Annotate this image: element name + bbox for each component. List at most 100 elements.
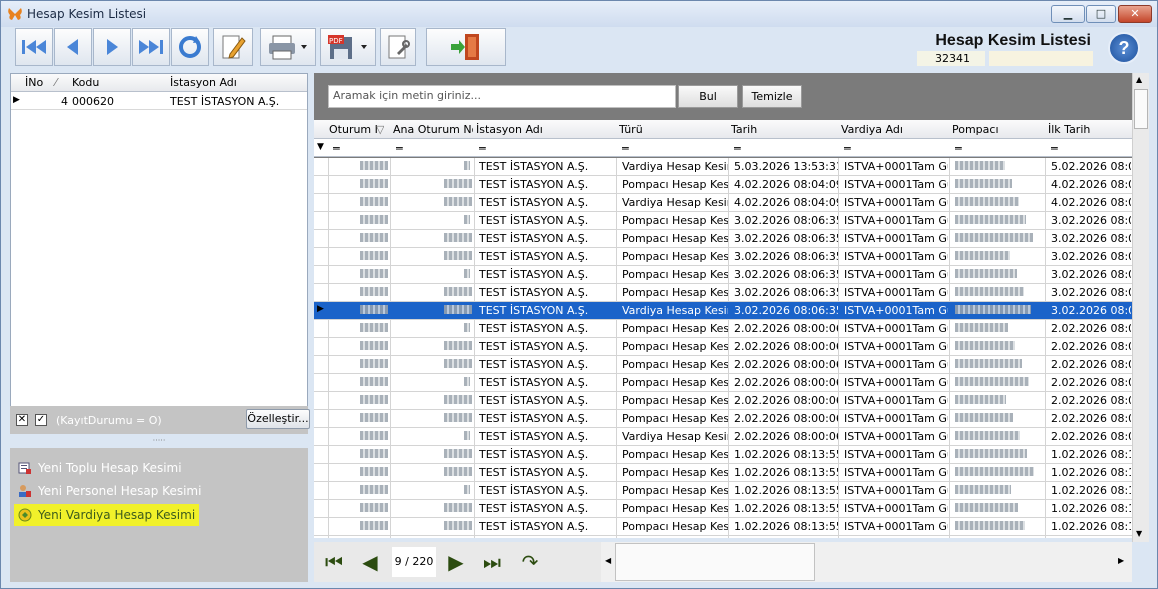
print-button[interactable] xyxy=(260,28,316,66)
customize-button[interactable]: Özelleştir... xyxy=(246,409,310,429)
cell-session xyxy=(332,304,389,317)
table-row[interactable]: TEST İSTASYON A.Ş. Pompacı Hesap Kesimi 1.… xyxy=(314,464,1132,482)
search-input[interactable]: Aramak için metin giriniz... xyxy=(328,85,676,108)
filter-shift[interactable]: ═ xyxy=(844,142,851,155)
window-title: Hesap Kesim Listesi xyxy=(27,7,147,21)
filter-station[interactable]: ═ xyxy=(479,142,486,155)
table-row[interactable]: TEST İSTASYON A.Ş. Pompacı Hesap Kesimi 2.… xyxy=(314,374,1132,392)
maximize-button[interactable]: □ xyxy=(1086,5,1116,23)
next-record-button[interactable] xyxy=(93,28,131,66)
cell-session xyxy=(332,196,389,209)
exit-button[interactable] xyxy=(426,28,506,66)
table-row[interactable]: TEST İSTASYON A.Ş. Pompacı Hesap Kesimi 1.… xyxy=(314,518,1132,536)
pager-last-icon[interactable]: ⏭ xyxy=(476,547,508,577)
filter-text: (KayıtDurumu = O) xyxy=(56,414,162,427)
table-row[interactable]: TEST İSTASYON A.Ş. Pompacı Hesap Kesimi 1.… xyxy=(314,482,1132,500)
edit-button[interactable] xyxy=(213,28,253,66)
pager-next-icon[interactable]: ▶ xyxy=(440,547,472,577)
cell-shift: ISTVA+0001Tam Gün xyxy=(844,214,948,227)
cell-date: 3.02.2026 08:06:35 xyxy=(734,304,838,317)
table-row[interactable]: TEST İSTASYON A.Ş. Pompacı Hesap Kesimi 1.… xyxy=(314,500,1132,518)
new-shift-cut-link[interactable]: Yeni Vardiya Hesap Kesimi xyxy=(14,504,200,526)
table-row[interactable]: TEST İSTASYON A.Ş. Vardiya Hesap Kesimi 4.… xyxy=(314,194,1132,212)
table-row[interactable]: TEST İSTASYON A.Ş. Pompacı Hesap Kesimi 3.… xyxy=(314,284,1132,302)
last-record-button[interactable] xyxy=(132,28,170,66)
cell-date: 2.02.2026 08:00:06 xyxy=(734,394,838,407)
cell-first-date: 2.02.2026 08:00: xyxy=(1051,394,1131,407)
vertical-scrollbar[interactable]: ▲ ▼ xyxy=(1132,73,1149,542)
settings-button[interactable] xyxy=(380,28,416,66)
splitter[interactable]: ····· xyxy=(10,437,308,446)
refresh-icon xyxy=(179,36,201,58)
filter-main-session[interactable]: ═ xyxy=(396,142,403,155)
table-row[interactable]: TEST İSTASYON A.Ş. Pompacı Hesap Kesimi 2.… xyxy=(314,392,1132,410)
col-shift[interactable]: Vardiya Adı xyxy=(841,123,949,136)
scroll-left-icon[interactable]: ◀ xyxy=(605,556,611,565)
cell-shift: ISTVA+0001Tam Gün xyxy=(844,502,948,515)
table-row[interactable]: TEST İSTASYON A.Ş. Pompacı Hesap Kesimi 4.… xyxy=(314,176,1132,194)
export-pdf-button[interactable]: PDF xyxy=(320,28,376,66)
col-ino[interactable]: İNo xyxy=(25,76,43,89)
table-row[interactable]: ▶ 4 000620 TEST İSTASYON A.Ş. xyxy=(11,93,307,110)
find-button[interactable]: Bul xyxy=(678,85,738,108)
record-number: 32341 xyxy=(917,51,985,66)
clear-button[interactable]: Temizle xyxy=(742,85,802,108)
scroll-thumb[interactable] xyxy=(1134,89,1148,129)
table-row[interactable]: TEST İSTASYON A.Ş. Pompacı Hesap Kesimi 3.… xyxy=(314,230,1132,248)
exit-door-icon xyxy=(451,34,479,60)
col-main-session[interactable]: Ana Oturum No xyxy=(393,123,473,136)
new-personnel-cut-link[interactable]: Yeni Personel Hesap Kesimi xyxy=(14,480,205,502)
table-row[interactable]: TEST İSTASYON A.Ş. Vardiya Hesap Kesimi 5.… xyxy=(314,158,1132,176)
table-row[interactable]: ▶ TEST İSTASYON A.Ş. Vardiya Hesap Kesimi 3… xyxy=(314,302,1132,320)
main-window: Hesap Kesim Listesi ▁ □ ✕ PDF Hesap Kesi… xyxy=(0,0,1158,589)
pager-first-icon[interactable]: ⏮ xyxy=(318,547,350,577)
scroll-up-icon[interactable]: ▲ xyxy=(1136,75,1142,84)
pager-goto-icon[interactable]: ↷ xyxy=(514,547,546,577)
minimize-button[interactable]: ▁ xyxy=(1051,5,1085,23)
prev-record-button[interactable] xyxy=(54,28,92,66)
col-kodu[interactable]: Kodu xyxy=(72,76,99,89)
cell-pump-attendant xyxy=(955,268,1045,281)
scroll-down-icon[interactable]: ▼ xyxy=(1136,529,1142,538)
table-row[interactable]: TEST İSTASYON A.Ş. Pompacı Hesap Kesimi 3.… xyxy=(314,266,1132,284)
first-record-button[interactable] xyxy=(15,28,53,66)
table-row[interactable]: TEST İSTASYON A.Ş. Pompacı Hesap Kesimi 3.… xyxy=(314,248,1132,266)
filter-checkbox[interactable]: ✓ xyxy=(35,414,47,426)
col-first-date[interactable]: İlk Tarih xyxy=(1048,123,1132,136)
table-row[interactable]: TEST İSTASYON A.Ş. Pompacı Hesap Kesimi 2.… xyxy=(314,410,1132,428)
scroll-right-icon[interactable]: ▶ xyxy=(1118,556,1124,565)
filter-date[interactable]: ═ xyxy=(734,142,741,155)
help-button[interactable]: ? xyxy=(1108,32,1140,64)
hscroll-thumb[interactable] xyxy=(615,543,815,581)
table-row[interactable]: TEST İSTASYON A.Ş. Vardiya Hesap Kesimi 2.… xyxy=(314,428,1132,446)
horizontal-scrollbar[interactable]: ◀ ▶ xyxy=(601,542,1132,582)
clear-filter-icon[interactable]: ✕ xyxy=(16,414,28,426)
pager-prev-icon[interactable]: ◀ xyxy=(354,547,386,577)
cell-pump-attendant xyxy=(955,196,1045,209)
cell-shift: ISTVA+0001Tam Gün xyxy=(844,196,948,209)
new-bulk-cut-link[interactable]: Yeni Toplu Hesap Kesimi xyxy=(14,457,186,479)
cell-pump-attendant xyxy=(955,430,1045,443)
col-date[interactable]: Tarih xyxy=(731,123,839,136)
col-station[interactable]: İstasyon Adı xyxy=(476,123,616,136)
table-row[interactable]: TEST İSTASYON A.Ş. Pompacı Hesap Kesimi 1.… xyxy=(314,446,1132,464)
refresh-button[interactable] xyxy=(171,28,209,66)
filter-first-date[interactable]: ═ xyxy=(1051,142,1058,155)
table-row[interactable]: TEST İSTASYON A.Ş. Pompacı Hesap Kesimi 2.… xyxy=(314,356,1132,374)
filter-row: ▼ ═ ═ ═ ═ ═ ═ ═ ═ xyxy=(314,139,1132,157)
filter-type[interactable]: ═ xyxy=(622,142,629,155)
filter-session[interactable]: ═ xyxy=(333,142,340,155)
cell-istasyon: TEST İSTASYON A.Ş. xyxy=(170,95,280,108)
table-row[interactable]: TEST İSTASYON A.Ş. Pompacı Hesap Kesimi 3.… xyxy=(314,212,1132,230)
col-pump-attendant[interactable]: Pompacı xyxy=(952,123,1046,136)
table-row[interactable]: TEST İSTASYON A.Ş. Pompacı Hesap Kesimi 2.… xyxy=(314,338,1132,356)
cell-first-date: 1.02.2026 08:13: xyxy=(1051,484,1131,497)
cell-first-date: 2.02.2026 08:00: xyxy=(1051,412,1131,425)
table-row[interactable]: TEST İSTASYON A.Ş. Pompacı Hesap Kesimi 2.… xyxy=(314,320,1132,338)
col-istasyon[interactable]: İstasyon Adı xyxy=(170,76,237,89)
filter-pump-attendant[interactable]: ═ xyxy=(955,142,962,155)
cell-shift: ISTVA+0001Tam Gün xyxy=(844,448,948,461)
close-button[interactable]: ✕ xyxy=(1118,5,1152,23)
col-type[interactable]: Türü xyxy=(619,123,729,136)
cell-main-session xyxy=(396,484,472,497)
